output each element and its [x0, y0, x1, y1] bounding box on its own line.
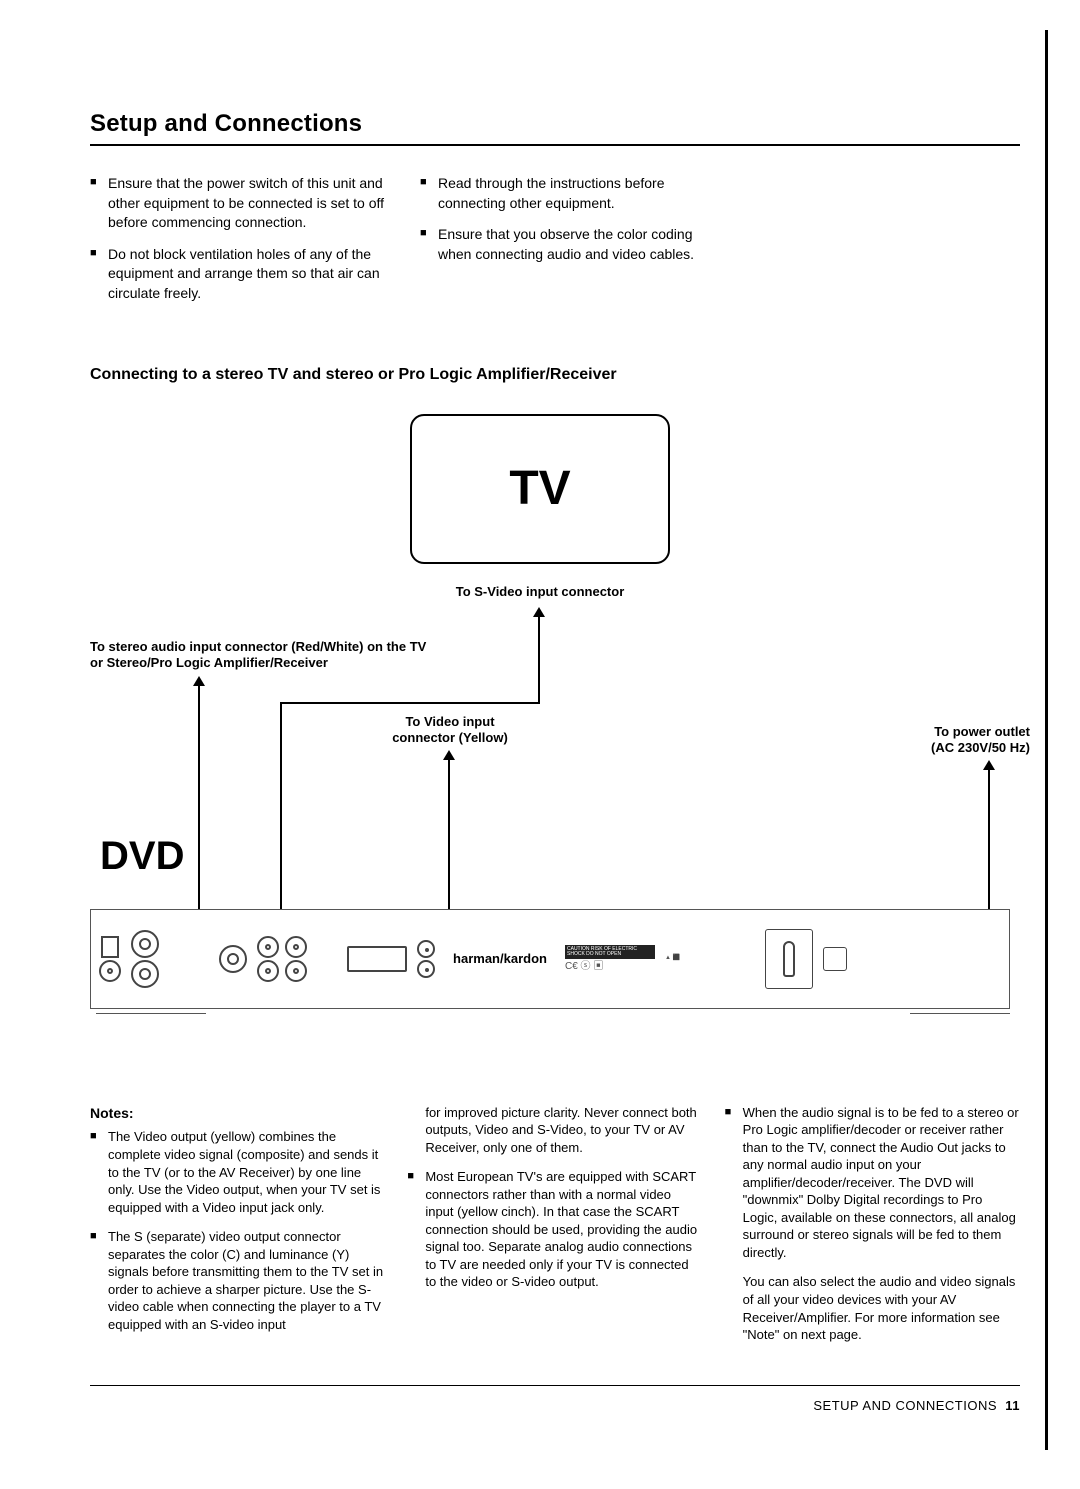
page-number: 11	[1005, 1398, 1020, 1413]
remote-out-icon	[417, 960, 435, 978]
brand-text: harman/kardon	[445, 951, 555, 966]
panel-underline-1	[96, 1012, 206, 1014]
pb-icon	[285, 936, 307, 958]
audio-r-icon	[131, 930, 159, 958]
arrow-svideo	[538, 609, 540, 704]
arrow-video	[448, 752, 450, 926]
audio-out-block	[131, 930, 159, 988]
notes-col-3: When the audio signal is to be fed to a …	[725, 1104, 1020, 1346]
coaxial-icon	[99, 960, 121, 982]
footer-label: SETUP AND CONNECTIONS	[813, 1398, 997, 1413]
warning-block-2: ▲ ⬛	[665, 955, 755, 962]
y-icon	[257, 936, 279, 958]
svideo-label: To S-Video input connector	[430, 584, 650, 601]
ac-spec-icon	[823, 947, 847, 971]
svideo-h-line	[280, 702, 540, 704]
component-block	[257, 936, 307, 982]
page-title: Setup and Connections	[90, 110, 1020, 138]
intro-bullet: Do not block ventilation holes of any of…	[90, 245, 390, 304]
power-inlet	[765, 929, 813, 989]
video-label-l2: connector (Yellow)	[392, 730, 508, 745]
intro-bullet: Ensure that you observe the color coding…	[420, 225, 720, 264]
brand-block: harman/kardon	[445, 951, 555, 966]
pr-icon	[257, 960, 279, 982]
power-label-l1: To power outlet	[934, 724, 1030, 739]
note-bullet: The S (separate) video output connector …	[90, 1228, 385, 1333]
svideo-v-line	[280, 702, 282, 928]
notes-col-2: for improved picture clarity. Never conn…	[407, 1104, 702, 1346]
audio-label: To stereo audio input connector (Red/Whi…	[90, 639, 430, 673]
tv-label: TV	[509, 461, 570, 516]
note-bullet: The Video output (yellow) combines the c…	[90, 1128, 385, 1216]
intro-bullet: Ensure that the power switch of this uni…	[90, 174, 390, 233]
intro-columns: Ensure that the power switch of this uni…	[90, 174, 1020, 316]
tv-screen-box: TV	[410, 414, 670, 564]
power-label-l2: (AC 230V/50 Hz)	[931, 740, 1030, 755]
note-bullet: Most European TV's are equipped with SCA…	[407, 1168, 702, 1291]
remote-block	[417, 940, 435, 978]
scart-icon	[347, 946, 407, 972]
footer-rule	[90, 1385, 1020, 1386]
notes-section: Notes: The Video output (yellow) combine…	[90, 1104, 1020, 1346]
optical-icon	[101, 936, 119, 958]
note-bullet: When the audio signal is to be fed to a …	[725, 1104, 1020, 1262]
video-icon	[285, 960, 307, 982]
ce-mark: C€ ⓢ ▣	[565, 961, 655, 972]
power-cord-icon	[783, 941, 795, 977]
svideo-icon	[219, 945, 247, 973]
intro-col-1: Ensure that the power switch of this uni…	[90, 174, 390, 316]
video-label: To Video input connector (Yellow)	[370, 714, 530, 748]
intro-col-2: Read through the instructions before con…	[420, 174, 720, 316]
connection-diagram: TV To S-Video input connector To stereo …	[90, 414, 1020, 1034]
section-subtitle: Connecting to a stereo TV and stereo or …	[90, 366, 1020, 384]
scart-block	[347, 946, 407, 972]
arrow-power	[988, 762, 990, 910]
footer: SETUP AND CONNECTIONS 11	[90, 1398, 1020, 1413]
dvd-rear-panel: harman/kardon CAUTION RISK OF ELECTRIC S…	[90, 909, 1010, 1009]
arrow-audio	[198, 678, 200, 928]
optical-block	[99, 936, 121, 982]
remote-in-icon	[417, 940, 435, 958]
notes-col-1: Notes: The Video output (yellow) combine…	[90, 1104, 385, 1346]
note-extra: You can also select the audio and video …	[725, 1273, 1020, 1343]
caution-box: CAUTION RISK OF ELECTRIC SHOCK DO NOT OP…	[565, 945, 655, 959]
warning-block-1: CAUTION RISK OF ELECTRIC SHOCK DO NOT OP…	[565, 945, 655, 972]
title-rule	[90, 144, 1020, 146]
power-label: To power outlet (AC 230V/50 Hz)	[890, 724, 1030, 758]
video-label-l1: To Video input	[405, 714, 494, 729]
dvd-label: DVD	[100, 834, 184, 879]
page-right-border	[1045, 30, 1048, 1450]
panel-underline-2	[910, 1012, 1010, 1014]
notes-heading: Notes:	[90, 1104, 385, 1123]
svideo-block	[219, 945, 247, 973]
audio-l-icon	[131, 960, 159, 988]
note-continuation: for improved picture clarity. Never conn…	[407, 1104, 702, 1157]
intro-bullet: Read through the instructions before con…	[420, 174, 720, 213]
